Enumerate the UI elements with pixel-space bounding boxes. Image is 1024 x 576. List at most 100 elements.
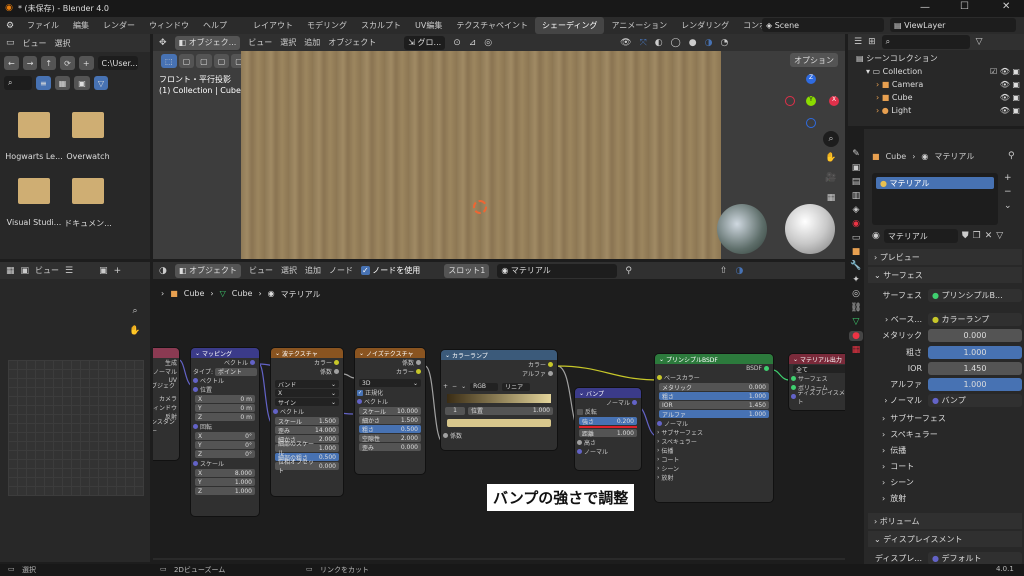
socket-base-color[interactable]: ベースカラー [655, 373, 773, 382]
field-noise-scale[interactable]: スケール 10.000 [359, 407, 421, 416]
field-roughness[interactable]: 粗さ 1.000 [659, 392, 769, 401]
view-layer-tab-icon[interactable]: ▥ [852, 191, 861, 201]
ramp-stop-index[interactable]: 1 [445, 406, 465, 415]
image-browse-icon[interactable]: ▣ [99, 266, 108, 276]
file-item[interactable]: Hogwarts Le... [4, 112, 64, 161]
collection-tab-icon[interactable]: ▭ [852, 233, 861, 243]
base-color-field[interactable]: ● カラーランプ [928, 312, 1022, 326]
filter-icon[interactable]: ▽ [93, 76, 108, 90]
axis-negz-icon[interactable] [806, 118, 816, 128]
ramp-stop-color[interactable] [447, 419, 551, 427]
socket-surface[interactable]: サーフェス [789, 374, 845, 383]
link-icon[interactable]: ▽ [996, 231, 1003, 241]
mode-selector[interactable]: ◧ オブジェク... [174, 35, 241, 50]
metallic-field[interactable]: 0.000 [928, 328, 1022, 342]
grid-toggle-icon[interactable]: ▦ [823, 190, 839, 206]
viewport-3d[interactable]: ✥ ◧ オブジェク... ビュー 選択 追加 オブジェクト ⇲ グロ... ⊙ … [153, 34, 845, 259]
snap-icon[interactable]: ⊿ [469, 38, 477, 48]
path-field[interactable]: C:\User... [97, 56, 138, 70]
display-thumb-icon[interactable]: ▣ [74, 76, 90, 90]
zoom-icon[interactable]: ⌕ [128, 304, 142, 318]
field-noise-detail[interactable]: 細かさ 1.500 [359, 416, 421, 425]
filter-icon[interactable]: ⊞ [868, 37, 876, 47]
socket-color-out[interactable]: カラー [441, 360, 557, 369]
display-grid-icon[interactable]: ▦ [54, 76, 71, 90]
world-tab-icon[interactable]: ◉ [852, 219, 860, 229]
collapse-icon[interactable]: ⌄ [275, 350, 282, 357]
socket-bsdf-out[interactable]: BSDF [655, 364, 773, 373]
field-loc-x[interactable]: X0 m [195, 395, 255, 403]
axis-z-icon[interactable]: Z [806, 74, 816, 84]
outliner-collection[interactable]: ▾ ▭ Collection ☑ 👁 ▣ [866, 65, 1020, 78]
invert-checkbox[interactable]: 反転 [575, 407, 641, 416]
funnel-icon[interactable]: ▽ [976, 37, 983, 47]
collapse-icon[interactable]: ⌄ [359, 350, 366, 357]
panel-surface[interactable]: ⌄ サーフェス [868, 267, 1022, 283]
search-icon[interactable]: ⌕ [4, 76, 32, 90]
socket-color-out[interactable]: カラー [271, 358, 343, 367]
socket-normal-in[interactable]: ノーマル [575, 447, 641, 456]
folder-icon[interactable]: ▭ [6, 38, 15, 48]
field-bump-strength[interactable]: 強さ 0.200 [579, 417, 637, 426]
back-icon[interactable]: ← [4, 56, 19, 70]
output-tab-icon[interactable]: ▤ [852, 177, 861, 187]
axis-gizmo[interactable]: Z Y X [783, 74, 839, 128]
close-button[interactable]: ✕ [1002, 1, 1010, 12]
collapse-icon[interactable]: ⌄ [195, 350, 202, 357]
menu-edit[interactable]: 編集 [66, 17, 96, 34]
socket-fac-out[interactable]: 係数 [271, 367, 343, 376]
fb-menu-view[interactable]: ビュー [23, 38, 47, 49]
field-wave-scale[interactable]: スケール 1.500 [275, 417, 339, 426]
outliner-search[interactable]: ⌕ [881, 35, 970, 49]
socket-generated[interactable]: 生成 [153, 358, 179, 367]
vp-menu-view[interactable]: ビュー [248, 37, 272, 48]
subpanel-coat[interactable]: › コート [882, 458, 914, 474]
panel-volume[interactable]: › ボリューム [868, 513, 1022, 529]
material-tab-icon[interactable]: ● [849, 331, 863, 341]
select-mode-1-icon[interactable]: ▢ [178, 54, 195, 68]
wave-profile-select[interactable]: サイン ⌄ [275, 398, 339, 407]
data-tab-icon[interactable]: ▽ [853, 317, 860, 327]
node-wave-texture[interactable]: ⌄ 波テクスチャ カラー 係数 バンド ⌄ X ⌄ サイン ⌄ ベクトル スケール 1.… [271, 348, 343, 496]
new-image-icon[interactable]: + [114, 266, 122, 276]
forward-icon[interactable]: → [22, 56, 38, 70]
outliner-light[interactable]: › ● Light 👁 ▣ [876, 104, 1020, 117]
field-bump-distance[interactable]: 距離 1.000 [579, 429, 637, 438]
node-mapping[interactable]: ⌄ マッピング ベクトル タイプ: ポイント ベクトル 位置 X0 m Y0 m… [191, 348, 259, 516]
node-color-ramp[interactable]: ⌄ カラーランプ カラー アルファ + − ⌄ RGB リニア 1 位置 1.000 … [441, 350, 557, 450]
socket-normal-in[interactable]: ノーマル [655, 419, 773, 428]
tab-rendering[interactable]: レンダリング [674, 17, 736, 34]
ramp-stop-position[interactable]: 位置 1.000 [468, 406, 553, 415]
file-item[interactable]: Overwatch [58, 112, 118, 161]
visibility-icon[interactable]: 👁 ▣ [1000, 80, 1020, 89]
minimize-button[interactable]: — [920, 2, 930, 13]
field-scale-y[interactable]: Y 1.000 [195, 478, 255, 486]
select-box-icon[interactable]: ⬚ [161, 54, 177, 68]
collapse-icon[interactable]: ⌄ [659, 356, 666, 363]
node-texture-coordinate[interactable]: 生成 ノーマル UV オブジェクト カメラ ウィンドウ 反射 インスタンサー [153, 348, 179, 460]
outliner-editor-icon[interactable]: ☰ [854, 37, 862, 47]
collapse-icon[interactable]: ⌄ [445, 352, 452, 359]
field-noise-distortion[interactable]: 歪み 0.000 [359, 443, 421, 452]
field-loc-z[interactable]: Z0 m [195, 413, 255, 421]
shading-render-icon[interactable]: ◔ [720, 38, 728, 48]
shading-wire-icon[interactable]: ◯ [671, 38, 681, 48]
field-noise-roughness[interactable]: 粗さ 0.500 [359, 425, 421, 434]
material-selector[interactable]: ◉ マテリアル ⛊ ❐ ✕ ▽ [872, 229, 1020, 243]
axis-x-icon[interactable]: X [829, 96, 839, 106]
alpha-field[interactable]: 1.000 [928, 377, 1022, 391]
render-tab-icon[interactable]: ▣ [852, 163, 861, 173]
view-mode-icon[interactable]: ▣ [21, 266, 30, 276]
modifier-tab-icon[interactable]: 🔧 [850, 261, 861, 271]
socket-object[interactable]: オブジェクト [153, 383, 179, 394]
options-button[interactable]: オプション [790, 53, 838, 67]
collapse-icon[interactable]: ⌄ [793, 356, 800, 363]
node-bump[interactable]: ⌄ バンプ ノーマル 反転 強さ 0.200 距離 1.000 高さ ノーマル [575, 388, 641, 470]
field-noise-lacunarity[interactable]: 空隙性 2.000 [359, 434, 421, 443]
subpanel-transmission[interactable]: › 伝播 [882, 442, 906, 458]
tool-tab-icon[interactable]: ✎ [852, 149, 860, 159]
tab-layout[interactable]: レイアウト [246, 17, 300, 34]
ramp-gradient[interactable] [447, 394, 551, 403]
field-loc-y[interactable]: Y0 m [195, 404, 255, 412]
socket-alpha-out[interactable]: アルファ [441, 369, 557, 378]
